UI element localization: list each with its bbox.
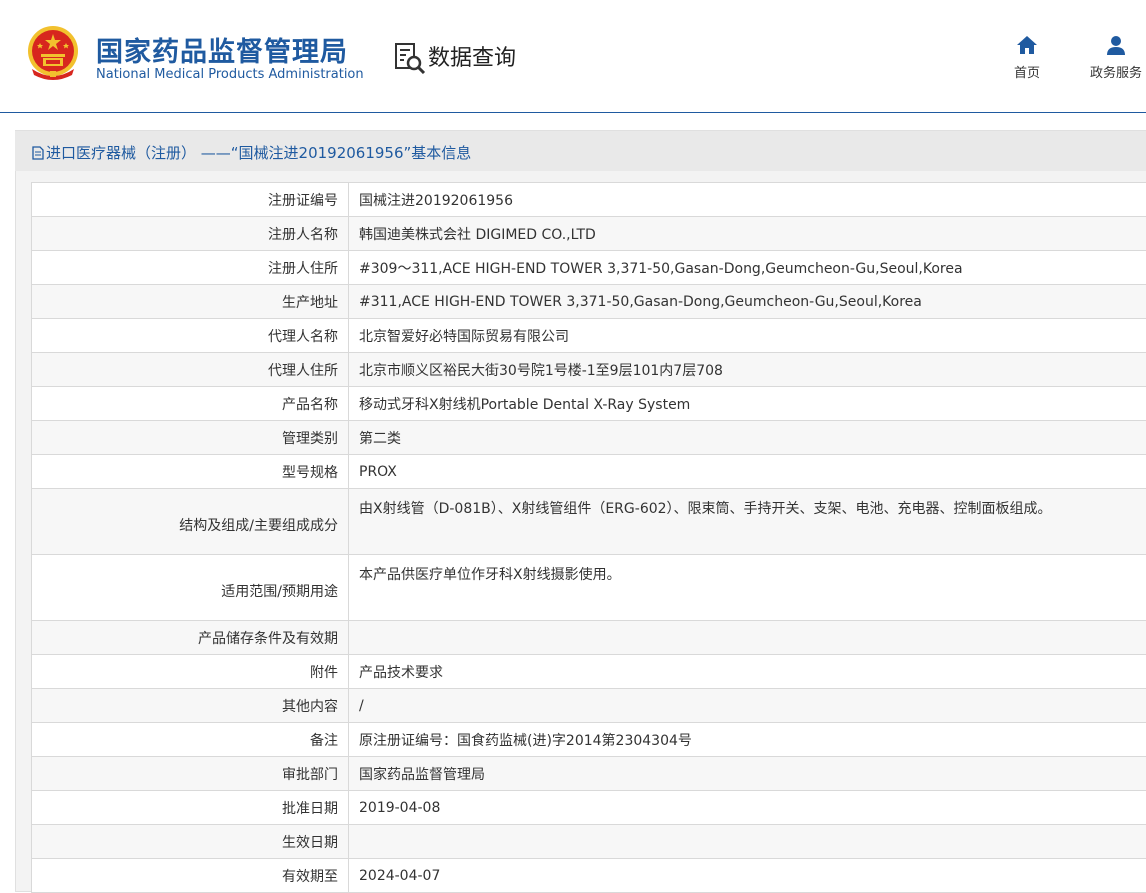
table-row: 代理人名称北京智爱好必特国际贸易有限公司 xyxy=(32,319,1146,353)
site-header: 国家药品监督管理局 National Medical Products Admi… xyxy=(0,0,1146,113)
field-label: 结构及组成/主要组成成分 xyxy=(32,489,349,555)
field-value xyxy=(349,825,1146,859)
field-value: 韩国迪美株式会社 DIGIMED CO.,LTD xyxy=(349,217,1146,251)
field-value: 国家药品监督管理局 xyxy=(349,757,1146,791)
field-label: 产品储存条件及有效期 xyxy=(32,621,349,655)
field-label: 注册证编号 xyxy=(32,183,349,217)
field-value: 由X射线管（D-081B）、X射线管组件（ERG-602）、限束筒、手持开关、支… xyxy=(349,489,1146,555)
table-row: 附件产品技术要求 xyxy=(32,655,1146,689)
table-row: 生产地址#311,ACE HIGH-END TOWER 3,371-50,Gas… xyxy=(32,285,1146,319)
field-label: 产品名称 xyxy=(32,387,349,421)
field-label: 管理类别 xyxy=(32,421,349,455)
table-row: 结构及组成/主要组成成分由X射线管（D-081B）、X射线管组件（ERG-602… xyxy=(32,489,1146,555)
panel-title: 进口医疗器械（注册） ——“国械注进20192061956”基本信息 xyxy=(32,142,471,163)
field-value: #309～311,ACE HIGH-END TOWER 3,371-50,Gas… xyxy=(349,251,1146,285)
field-label: 注册人名称 xyxy=(32,217,349,251)
document-icon xyxy=(32,146,44,160)
table-row: 型号规格PROX xyxy=(32,455,1146,489)
nav-home-label: 首页 xyxy=(1014,62,1040,81)
table-row: 审批部门国家药品监督管理局 xyxy=(32,757,1146,791)
table-row: 注册证编号国械注进20192061956 xyxy=(32,183,1146,217)
table-row: 产品名称移动式牙科X射线机Portable Dental X-Ray Syste… xyxy=(32,387,1146,421)
field-value: 北京市顺义区裕民大街30号院1号楼-1至9层101内7层708 xyxy=(349,353,1146,387)
field-value: 国械注进20192061956 xyxy=(349,183,1146,217)
field-value: / xyxy=(349,689,1146,723)
field-label: 批准日期 xyxy=(32,791,349,825)
table-row: 代理人住所北京市顺义区裕民大街30号院1号楼-1至9层101内7层708 xyxy=(32,353,1146,387)
table-row: 备注原注册证编号：国食药监械(进)字2014第2304304号 xyxy=(32,723,1146,757)
table-row: 批准日期2019-04-08 xyxy=(32,791,1146,825)
table-row: 生效日期 xyxy=(32,825,1146,859)
nav-home[interactable]: 首页 xyxy=(1014,34,1040,81)
national-emblem-icon xyxy=(26,25,80,81)
brand-name-cn: 国家药品监督管理局 xyxy=(96,30,348,69)
field-label: 生效日期 xyxy=(32,825,349,859)
field-label: 审批部门 xyxy=(32,757,349,791)
field-label: 有效期至 xyxy=(32,859,349,893)
field-value: 2019-04-08 xyxy=(349,791,1146,825)
field-value: 2024-04-07 xyxy=(349,859,1146,893)
field-value: 本产品供医疗单位作牙科X射线摄影使用。 xyxy=(349,555,1146,621)
field-label: 注册人住所 xyxy=(32,251,349,285)
table-row: 产品储存条件及有效期 xyxy=(32,621,1146,655)
data-search-title[interactable]: 数据查询 xyxy=(428,40,516,72)
field-value: PROX xyxy=(349,455,1146,489)
device-info-table: 注册证编号国械注进20192061956 注册人名称韩国迪美株式会社 DIGIM… xyxy=(31,182,1146,893)
field-label: 代理人名称 xyxy=(32,319,349,353)
field-label: 其他内容 xyxy=(32,689,349,723)
table-row: 管理类别第二类 xyxy=(32,421,1146,455)
field-label: 代理人住所 xyxy=(32,353,349,387)
field-label: 备注 xyxy=(32,723,349,757)
home-icon xyxy=(1016,34,1038,56)
field-value: 原注册证编号：国食药监械(进)字2014第2304304号 xyxy=(349,723,1146,757)
data-search-icon[interactable] xyxy=(394,42,426,74)
field-value: 产品技术要求 xyxy=(349,655,1146,689)
field-value: 北京智爱好必特国际贸易有限公司 xyxy=(349,319,1146,353)
brand-name-en: National Medical Products Administration xyxy=(96,67,364,82)
table-row: 适用范围/预期用途本产品供医疗单位作牙科X射线摄影使用。 xyxy=(32,555,1146,621)
field-value xyxy=(349,621,1146,655)
field-label: 适用范围/预期用途 xyxy=(32,555,349,621)
field-value: 第二类 xyxy=(349,421,1146,455)
nav-services[interactable]: 政务服务 xyxy=(1090,34,1142,81)
field-label: 附件 xyxy=(32,655,349,689)
header-divider xyxy=(0,112,1146,113)
panel-title-text: 进口医疗器械（注册） ——“国械注进20192061956”基本信息 xyxy=(46,144,471,162)
table-row: 注册人住所#309～311,ACE HIGH-END TOWER 3,371-5… xyxy=(32,251,1146,285)
field-value: #311,ACE HIGH-END TOWER 3,371-50,Gasan-D… xyxy=(349,285,1146,319)
nav-services-label: 政务服务 xyxy=(1090,62,1142,81)
user-icon xyxy=(1105,34,1127,56)
table-row: 其他内容/ xyxy=(32,689,1146,723)
table-row: 注册人名称韩国迪美株式会社 DIGIMED CO.,LTD xyxy=(32,217,1146,251)
field-value: 移动式牙科X射线机Portable Dental X-Ray System xyxy=(349,387,1146,421)
field-label: 型号规格 xyxy=(32,455,349,489)
table-row: 有效期至2024-04-07 xyxy=(32,859,1146,893)
field-label: 生产地址 xyxy=(32,285,349,319)
